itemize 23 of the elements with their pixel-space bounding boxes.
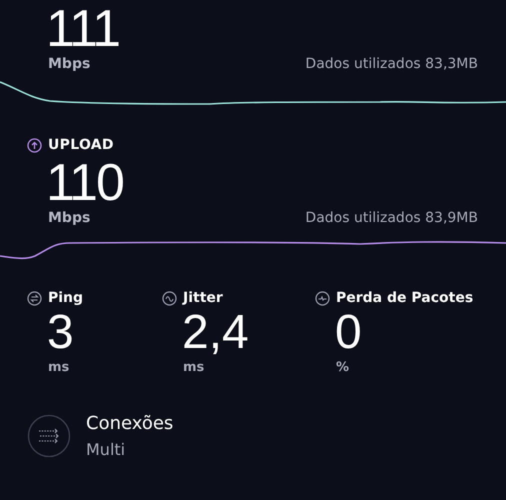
speed-value: 110 (45, 156, 123, 210)
speed-unit: Mbps (48, 210, 90, 226)
wave-icon (162, 290, 177, 306)
pulse-icon (315, 290, 330, 306)
speed-unit: Mbps (48, 56, 90, 72)
speed-value: 111 (45, 2, 120, 56)
metric-label: Ping (48, 290, 84, 306)
arrows-icon (27, 414, 71, 458)
connections-label: Conexões (86, 413, 174, 434)
metric-label: Perda de Pacotes (336, 290, 474, 306)
metric-unit: ms (182, 360, 206, 375)
data-used-label: Dados utilizados 83,9MB (305, 210, 478, 226)
ping-icon (27, 290, 42, 306)
metric-unit: % (335, 360, 350, 375)
connections-value: Multi (86, 440, 126, 459)
metric-unit: ms (47, 360, 70, 375)
metric-value: 3 (46, 306, 74, 360)
metric-value: 2,4 (181, 306, 249, 360)
metric-value: 0 (334, 306, 362, 360)
metric-label: Jitter (183, 290, 223, 306)
upload-icon (27, 138, 42, 152)
upload-label: UPLOAD (48, 137, 114, 153)
data-used-label: Dados utilizados 83,3MB (305, 56, 478, 72)
